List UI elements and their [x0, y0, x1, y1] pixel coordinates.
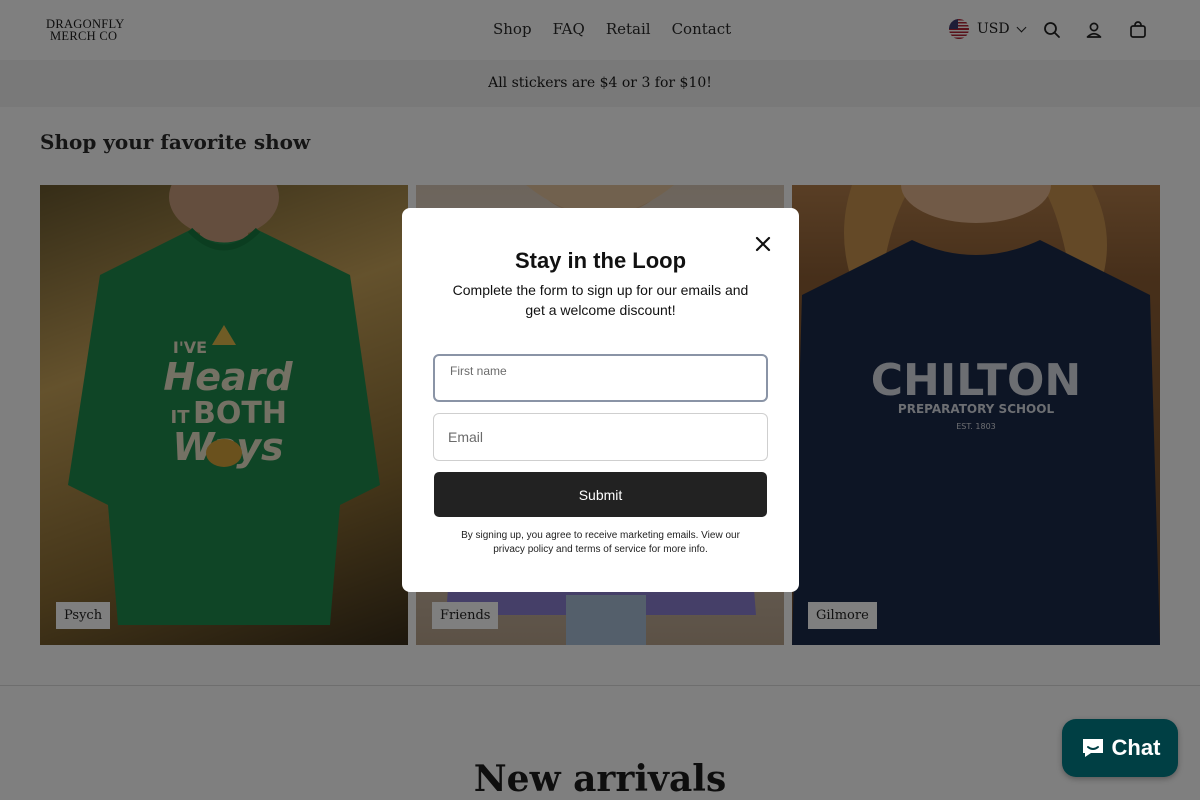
chat-label: Chat — [1111, 735, 1161, 760]
modal-title: Stay in the Loop — [514, 248, 687, 273]
email-field[interactable] — [433, 413, 768, 461]
legal-text: By signing up, you agree to receive mark… — [461, 530, 740, 555]
signup-modal: Stay in the Loop Complete the form to si… — [402, 208, 799, 592]
first-name-field[interactable]: First name — [433, 354, 768, 402]
chat-button[interactable]: Chat — [1062, 719, 1178, 777]
modal-subtitle: Complete the form to sign up for our ema… — [452, 282, 749, 318]
first-name-input[interactable] — [449, 370, 749, 400]
email-input[interactable] — [448, 414, 748, 460]
submit-button[interactable]: Submit — [434, 472, 767, 517]
chat-bubble-icon — [1082, 739, 1103, 757]
